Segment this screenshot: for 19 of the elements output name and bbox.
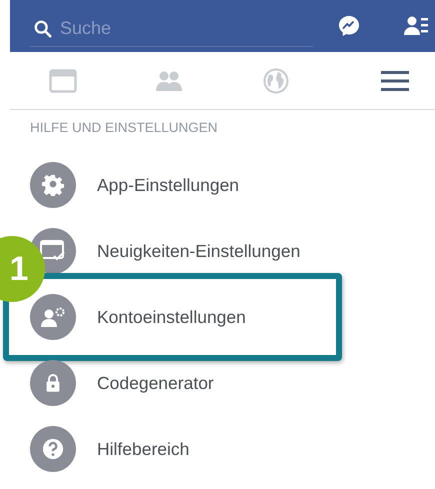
friends-icon bbox=[155, 70, 184, 92]
step-badge: 1 bbox=[0, 236, 45, 302]
contacts-icon[interactable] bbox=[404, 14, 428, 38]
menu-item-label[interactable]: Neuigkeiten-Einstellungen bbox=[97, 240, 300, 262]
messenger-icon[interactable] bbox=[337, 14, 361, 38]
menu-icon bbox=[381, 70, 409, 92]
search-icon bbox=[34, 20, 52, 38]
globe-icon bbox=[262, 68, 289, 94]
menu-item-label[interactable]: Kontoeinstellungen bbox=[97, 306, 246, 328]
account-icon bbox=[30, 294, 76, 340]
gear-icon bbox=[30, 162, 76, 208]
menu-item-label[interactable]: Codegenerator bbox=[97, 372, 214, 394]
menu-item-label[interactable]: App-Einstellungen bbox=[97, 174, 240, 196]
help-icon bbox=[30, 426, 76, 472]
search-field[interactable]: Suche bbox=[60, 18, 260, 39]
lock-icon bbox=[30, 360, 76, 406]
news-feed-icon bbox=[49, 68, 78, 92]
menu-item-label[interactable]: Hilfebereich bbox=[97, 438, 190, 460]
section-heading: HILFE UND EINSTELLUNGEN bbox=[30, 120, 219, 137]
